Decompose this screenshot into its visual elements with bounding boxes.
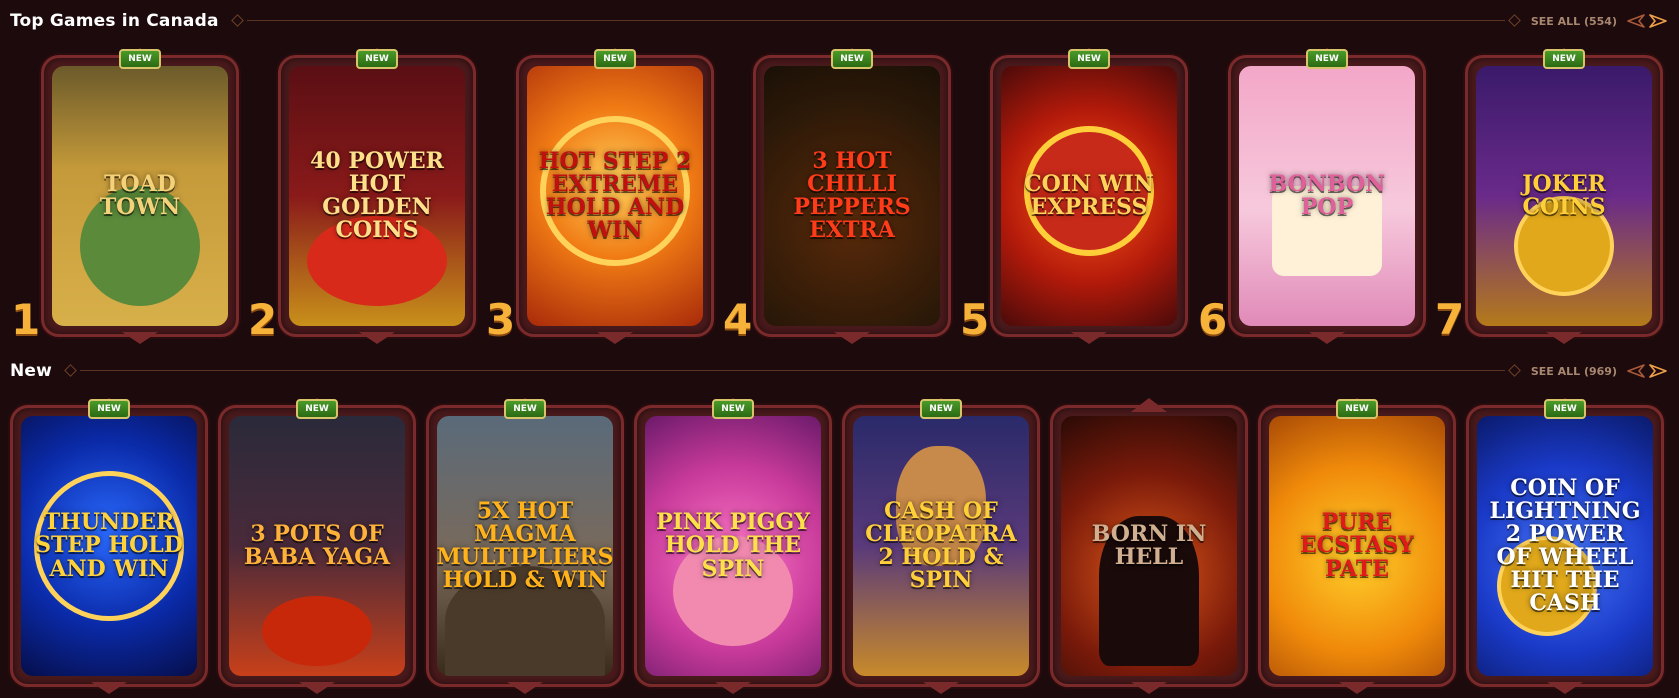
rank-number: 1 [11,295,41,344]
game-title: BONBON POP [1268,170,1386,220]
section-divider [230,14,1521,27]
game-thumbnail[interactable]: TOAD TOWN [52,66,228,326]
new-badge: NEW [920,399,962,419]
game-card[interactable]: 3 HOT CHILLI PEPPERS EXTRA [753,55,951,337]
rank-number: 5 [960,295,990,344]
game-card[interactable]: BORN IN HELL [1050,405,1248,687]
game-thumbnail[interactable]: JOKER COINS [1476,66,1652,326]
next-arrow-button[interactable] [1647,11,1669,31]
game-thumbnail[interactable]: COIN OF LIGHTNING 2 POWER OF WHEEL HIT T… [1477,416,1653,676]
section-divider [64,364,1521,377]
game-thumbnail[interactable]: 5X HOT MAGMA MULTIPLIERS HOLD & WIN [437,416,613,676]
arrow-right-icon [1649,364,1667,378]
new-badge: NEW [1336,399,1378,419]
game-title: BORN IN HELL [1091,520,1207,570]
prev-arrow-button[interactable] [1625,11,1647,31]
new-badge: NEW [594,49,636,69]
game-card[interactable]: BONBON POP [1228,55,1426,337]
game-title: JOKER COINS [1522,170,1606,220]
new-badge: NEW [1306,49,1348,69]
game-title: 5X HOT MAGMA MULTIPLIERS HOLD & WIN [437,497,613,594]
section-title: New [10,361,53,381]
new-badge: NEW [1543,49,1585,69]
game-title: THUNDER STEP HOLD AND WIN [35,509,183,582]
new-badge: NEW [356,49,398,69]
game-card[interactable]: 40 POWER HOT GOLDEN COINS [278,55,476,337]
new-badge: NEW [119,49,161,69]
rank-number: 4 [723,295,753,344]
game-thumbnail[interactable]: BORN IN HELL [1061,416,1237,676]
game-thumbnail[interactable]: 40 POWER HOT GOLDEN COINS [289,66,465,326]
game-card[interactable]: 3 POTS OF BABA YAGA [218,405,416,687]
game-title: COIN WIN EXPRESS [1024,170,1154,220]
game-card[interactable]: PINK PIGGY HOLD THE SPIN [634,405,832,687]
game-title: HOT STEP 2 EXTREME HOLD AND WIN [538,147,692,244]
arrow-right-icon [1649,14,1667,28]
rank-number: 7 [1435,295,1465,344]
prev-arrow-button[interactable] [1625,361,1647,381]
game-card[interactable]: TOAD TOWN [41,55,239,337]
rank-number: 6 [1198,295,1228,344]
game-card[interactable]: COIN OF LIGHTNING 2 POWER OF WHEEL HIT T… [1466,405,1664,687]
game-card[interactable]: 5X HOT MAGMA MULTIPLIERS HOLD & WIN [426,405,624,687]
game-thumbnail[interactable]: HOT STEP 2 EXTREME HOLD AND WIN [527,66,703,326]
game-thumbnail[interactable]: BONBON POP [1239,66,1415,326]
game-card[interactable]: HOT STEP 2 EXTREME HOLD AND WIN [516,55,714,337]
section-header-top-games: Top Games in Canada SEE ALL (554) [10,8,1669,34]
rank-number: 2 [248,295,278,344]
game-thumbnail[interactable]: COIN WIN EXPRESS [1001,66,1177,326]
section-title: Top Games in Canada [10,11,219,31]
game-title: PINK PIGGY HOLD THE SPIN [656,509,810,582]
game-title: TOAD TOWN [99,170,181,220]
new-games-row: THUNDER STEP HOLD AND WIN NEW 3 POTS OF … [0,399,1679,695]
game-title: PURE ECSTASY PATE [1300,509,1414,582]
top-games-row: TOAD TOWN NEW 1 40 POWER HOT GOLDEN COIN… [0,49,1679,345]
game-thumbnail[interactable]: CASH OF CLEOPATRA 2 HOLD & SPIN [853,416,1029,676]
game-title: 3 POTS OF BABA YAGA [243,520,391,570]
game-card[interactable]: JOKER COINS [1465,55,1663,337]
arrow-left-icon [1627,364,1645,378]
game-title: COIN OF LIGHTNING 2 POWER OF WHEEL HIT T… [1489,474,1641,617]
game-card[interactable]: THUNDER STEP HOLD AND WIN [10,405,208,687]
game-card[interactable]: PURE ECSTASY PATE [1258,405,1456,687]
game-card[interactable]: COIN WIN EXPRESS [990,55,1188,337]
new-badge: NEW [296,399,338,419]
new-badge: NEW [88,399,130,419]
arrow-left-icon [1627,14,1645,28]
next-arrow-button[interactable] [1647,361,1669,381]
new-badge: NEW [1068,49,1110,69]
game-title: 40 POWER HOT GOLDEN COINS [310,147,444,244]
see-all-link[interactable]: SEE ALL (554) [1531,15,1617,28]
new-badge: NEW [504,399,546,419]
game-title: 3 HOT CHILLI PEPPERS EXTRA [793,147,911,244]
new-badge: NEW [1544,399,1586,419]
section-header-new: New SEE ALL (969) [10,358,1669,384]
rank-number: 3 [486,295,516,344]
game-thumbnail[interactable]: 3 HOT CHILLI PEPPERS EXTRA [764,66,940,326]
game-card[interactable]: CASH OF CLEOPATRA 2 HOLD & SPIN [842,405,1040,687]
game-thumbnail[interactable]: PINK PIGGY HOLD THE SPIN [645,416,821,676]
see-all-link[interactable]: SEE ALL (969) [1531,365,1617,378]
game-thumbnail[interactable]: 3 POTS OF BABA YAGA [229,416,405,676]
game-thumbnail[interactable]: THUNDER STEP HOLD AND WIN [21,416,197,676]
new-badge: NEW [712,399,754,419]
new-badge: NEW [831,49,873,69]
game-title: CASH OF CLEOPATRA 2 HOLD & SPIN [865,497,1017,594]
game-thumbnail[interactable]: PURE ECSTASY PATE [1269,416,1445,676]
